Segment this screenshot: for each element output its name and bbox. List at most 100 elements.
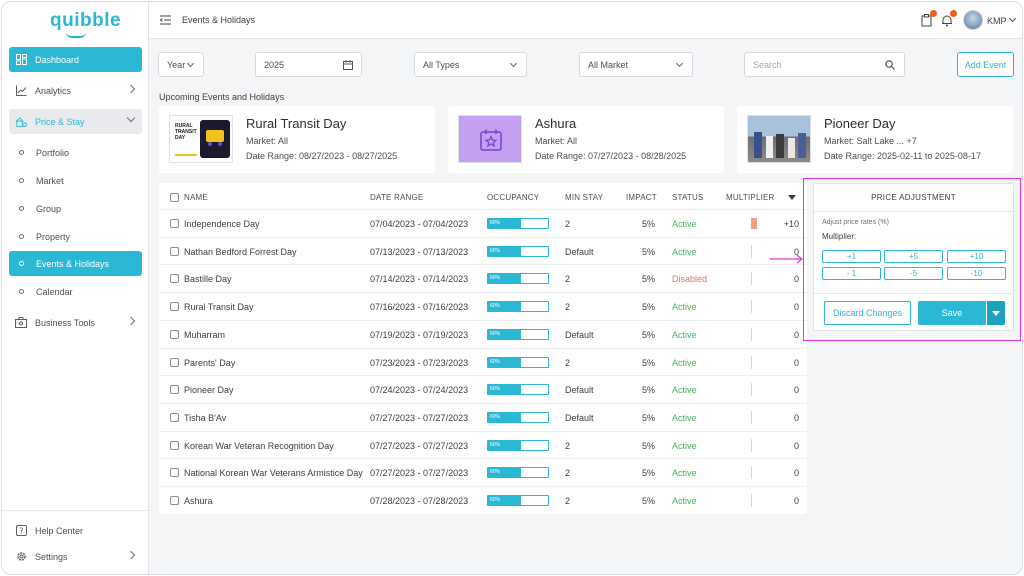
add-event-button[interactable]: Add Event <box>957 52 1014 77</box>
sidebar-sub-events-holidays[interactable]: Events & Holidays <box>9 251 142 276</box>
column-header-occupancy[interactable]: OCCUPANCY <box>487 193 539 202</box>
event-name[interactable]: Nathan Bedford Forrest Day <box>184 247 297 257</box>
event-name[interactable]: National Korean War Veterans Armistice D… <box>184 468 363 478</box>
quibble-logo[interactable]: quibble <box>50 10 121 38</box>
column-header-name[interactable]: NAME <box>184 193 208 202</box>
event-card[interactable]: RURAL TRANSIT DAY Rural Transit Day Mark… <box>159 106 435 173</box>
row-checkbox[interactable] <box>170 357 179 367</box>
sidebar-item-analytics[interactable]: Analytics <box>9 78 142 103</box>
event-date-range: 07/27/2023 - 07/27/2023 <box>370 468 469 479</box>
multiplier-value[interactable]: 0 <box>794 358 799 368</box>
multiplier-value[interactable]: 0 <box>794 496 799 506</box>
event-card[interactable]: Ashura Market: All Date Range: 07/27/202… <box>448 106 724 173</box>
adjust-plus-1-button[interactable]: +1 <box>822 250 881 263</box>
adjust-minus-1-button[interactable]: - 1 <box>822 267 881 280</box>
multiplier-value[interactable]: 0 <box>794 385 799 395</box>
multiplier-marker <box>751 327 752 341</box>
chevron-down-icon[interactable] <box>1008 14 1017 23</box>
table-row[interactable]: Pioneer Day 07/24/2023 - 07/24/2023 60% Def… <box>159 375 807 403</box>
adjust-plus-10-button[interactable]: +10 <box>947 250 1006 263</box>
event-name[interactable]: Parents' Day <box>184 358 235 368</box>
impact-value: 5% <box>642 357 656 368</box>
sidebar-sub-portfolio[interactable]: Portfolio <box>9 140 142 165</box>
event-card[interactable]: Pioneer Day Market: Salt Lake ... +7 Dat… <box>737 106 1013 173</box>
multiplier-value[interactable]: 0 <box>794 274 799 284</box>
row-checkbox[interactable] <box>170 302 179 312</box>
save-dropdown-button[interactable] <box>987 301 1005 325</box>
collapse-menu-icon[interactable] <box>160 15 171 25</box>
year-picker[interactable]: 2025 <box>255 52 362 77</box>
impact-value: 5% <box>642 302 656 313</box>
avatar[interactable] <box>963 10 983 30</box>
table-row[interactable]: Rural Transit Day 07/16/2023 - 07/16/2023… <box>159 292 807 320</box>
table-row[interactable]: Bastille Day 07/14/2023 - 07/14/2023 60% 2 5… <box>159 264 807 292</box>
multiplier-value[interactable]: 0 <box>794 330 799 340</box>
row-checkbox[interactable] <box>170 468 179 478</box>
row-checkbox[interactable] <box>170 496 179 505</box>
sidebar-item-label: Portfolio <box>36 147 70 158</box>
sidebar-sub-property[interactable]: Property <box>9 224 142 249</box>
row-checkbox[interactable] <box>170 219 179 228</box>
bell-icon[interactable] <box>941 10 957 27</box>
row-checkbox[interactable] <box>170 246 179 256</box>
event-name[interactable]: Ashura <box>184 496 213 506</box>
sidebar-item-settings[interactable]: Settings <box>9 544 142 569</box>
search-icon[interactable] <box>885 60 895 70</box>
multiplier-value[interactable]: 0 <box>794 413 799 423</box>
table-row[interactable]: Tisha B'Av 07/27/2023 - 07/27/2023 60% Defa… <box>159 402 807 431</box>
event-name[interactable]: Korean War Veteran Recognition Day <box>184 441 334 451</box>
event-name[interactable]: Muharram <box>184 330 225 340</box>
table-row[interactable]: Independence Day 07/04/2023 - 07/04/2023 6… <box>159 209 807 237</box>
event-name[interactable]: Independence Day <box>184 219 260 229</box>
table-row[interactable]: Nathan Bedford Forrest Day 07/13/2023 - 0… <box>159 236 807 265</box>
clipboard-icon[interactable] <box>921 10 937 27</box>
sidebar-item-dashboard[interactable]: Dashboard <box>9 47 142 72</box>
table-row[interactable]: Korean War Veteran Recognition Day 07/27/… <box>159 430 807 459</box>
select-all-checkbox[interactable] <box>170 193 179 202</box>
row-checkbox[interactable] <box>170 329 179 339</box>
sidebar-sub-market[interactable]: Market <box>9 168 142 193</box>
table-row[interactable]: Parents' Day 07/23/2023 - 07/23/2023 60% 2 5… <box>159 347 807 376</box>
adjust-plus-5-button[interactable]: +5 <box>884 250 943 263</box>
row-checkbox[interactable] <box>170 274 179 284</box>
table-row[interactable]: Muharram 07/19/2023 - 07/19/2023 60% Defaul… <box>159 319 807 348</box>
period-select[interactable]: Year <box>158 52 204 77</box>
calendar-icon[interactable] <box>343 60 353 70</box>
column-header-date-range[interactable]: DATE RANGE <box>370 193 423 202</box>
event-name[interactable]: Tisha B'Av <box>184 413 226 423</box>
adjust-minus-5-button[interactable]: -5 <box>884 267 943 280</box>
market-select[interactable]: All Market <box>579 52 693 77</box>
user-name[interactable]: KMP <box>987 16 1007 26</box>
sort-down-icon[interactable] <box>788 195 796 200</box>
sidebar-item-business-tools[interactable]: Business Tools <box>9 310 142 335</box>
multiplier-value[interactable]: 0 <box>794 441 799 451</box>
bullet-icon <box>19 289 24 294</box>
event-name[interactable]: Bastille Day <box>184 274 232 284</box>
event-name[interactable]: Rural Transit Day <box>184 302 254 312</box>
row-checkbox[interactable] <box>170 412 179 422</box>
bullet-icon <box>19 261 24 266</box>
min-stay-value: Default <box>565 412 594 423</box>
adjust-minus-10-button[interactable]: -10 <box>947 267 1006 280</box>
multiplier-value[interactable]: 0 <box>794 302 799 312</box>
column-header-status[interactable]: STATUS <box>672 193 704 202</box>
type-select[interactable]: All Types <box>414 52 527 77</box>
table-row[interactable]: Ashura 07/28/2023 - 07/28/2023 60% 2 5% Activ… <box>159 486 807 514</box>
multiplier-value[interactable]: +10 <box>784 219 799 229</box>
sidebar-item-help-center[interactable]: ? Help Center <box>9 518 142 543</box>
save-button[interactable]: Save <box>918 301 986 325</box>
bullet-icon <box>19 150 24 155</box>
event-name[interactable]: Pioneer Day <box>184 385 234 395</box>
multiplier-value[interactable]: 0 <box>794 468 799 478</box>
discard-changes-button[interactable]: Discard Changes <box>824 301 911 325</box>
column-header-multiplier[interactable]: MULTIPLIER <box>726 193 775 202</box>
column-header-impact[interactable]: IMPACT <box>626 193 657 202</box>
row-checkbox[interactable] <box>170 440 179 450</box>
sidebar-sub-group[interactable]: Group <box>9 196 142 221</box>
search-input[interactable]: Search <box>744 52 905 77</box>
row-checkbox[interactable] <box>170 385 179 395</box>
sidebar-sub-calendar[interactable]: Calendar <box>9 279 142 304</box>
column-header-min-stay[interactable]: MIN STAY <box>565 193 603 202</box>
sidebar-item-price-stay[interactable]: Price & Stay <box>9 109 142 134</box>
table-row[interactable]: National Korean War Veterans Armistice D… <box>159 458 807 486</box>
